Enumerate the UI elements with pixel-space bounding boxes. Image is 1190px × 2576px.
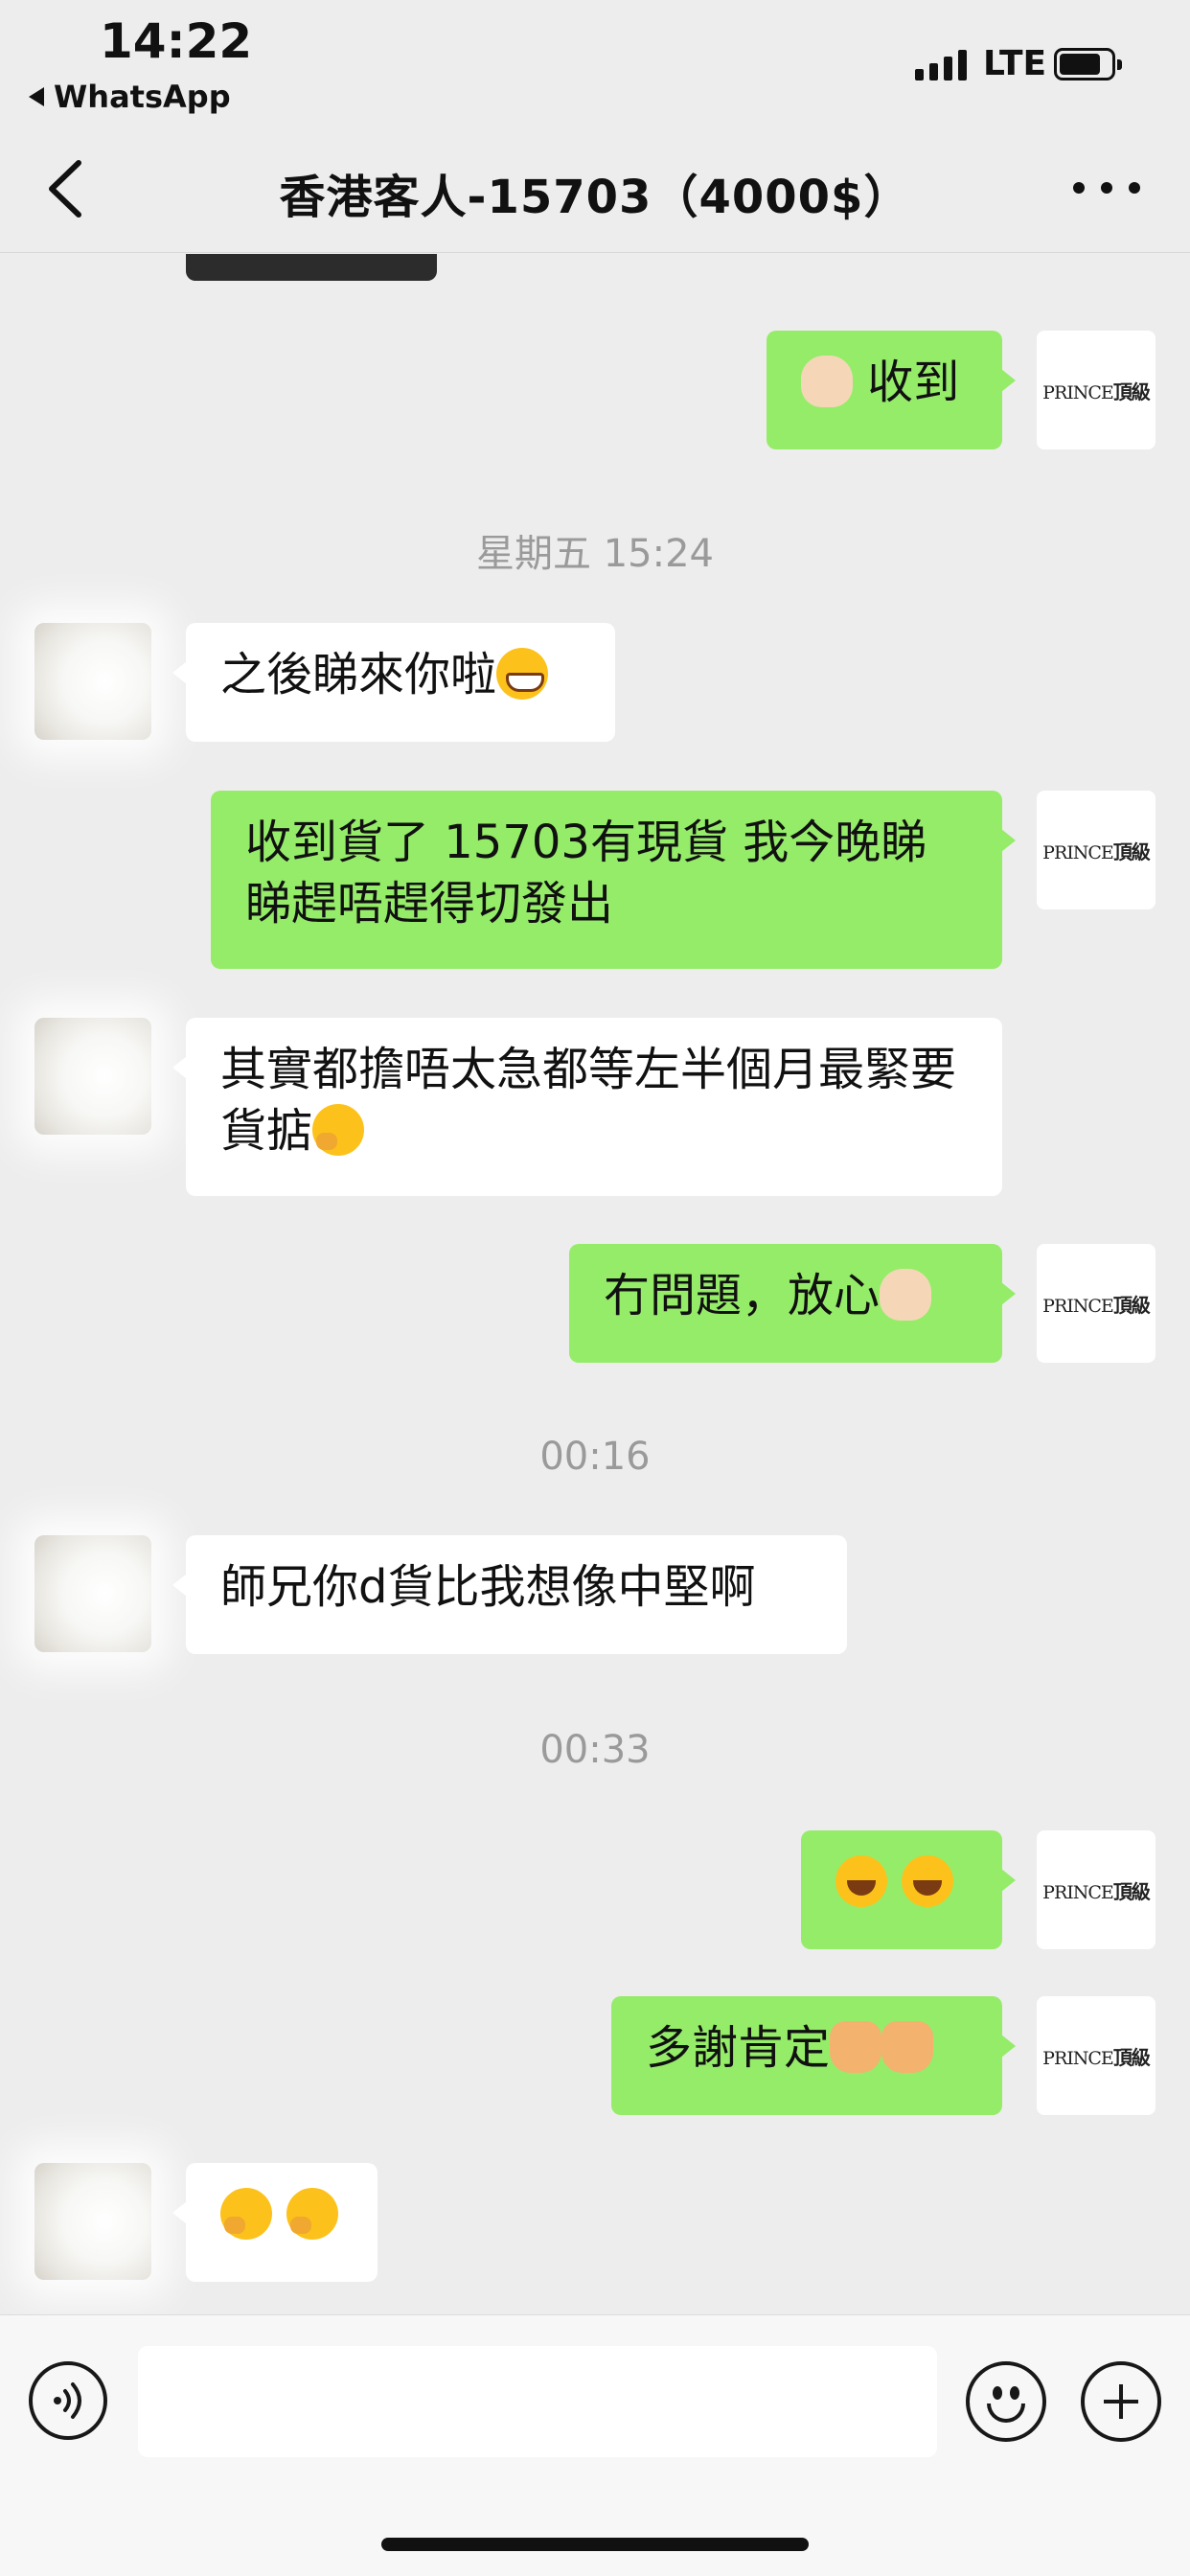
message-text: 冇問題，放心: [604, 1269, 881, 1322]
tears-of-joy-emoji-icon: [902, 1855, 954, 1907]
chat-header: 香港客人-15703（4000$）: [0, 125, 1190, 253]
prince-logo: PRINCE頂級: [1042, 1293, 1151, 1317]
chat-title: 香港客人-15703（4000$）: [279, 171, 911, 224]
network-label: LTE: [983, 44, 1047, 83]
voice-icon: [54, 2382, 81, 2419]
signal-icon: [915, 50, 967, 80]
emoji-button[interactable]: [966, 2361, 1046, 2442]
contact-avatar[interactable]: [34, 623, 151, 740]
message-text: 收到貨了 15703有現貨 我今晚睇睇趕唔趕得切發出: [245, 816, 927, 931]
message-bubble-out[interactable]: 多謝肯定: [611, 1996, 1016, 2115]
shushing-emoji-icon: [286, 2188, 339, 2240]
thumbs-up-emoji-icon: [881, 2021, 934, 2073]
message-text: 收到: [867, 356, 960, 409]
my-avatar[interactable]: PRINCE頂級: [1037, 791, 1156, 909]
contact-avatar[interactable]: [34, 2163, 151, 2280]
message-bubble-in[interactable]: 其實都擔唔太急都等左半個月最緊要貨掂: [172, 1018, 1002, 1196]
image-message-partial[interactable]: [186, 254, 437, 281]
timestamp: 星期五 15:24: [476, 532, 714, 576]
back-app-label: WhatsApp: [54, 79, 231, 115]
shushing-emoji-icon: [220, 2188, 272, 2240]
my-avatar[interactable]: PRINCE頂級: [1037, 331, 1156, 449]
prince-logo: PRINCE頂級: [1042, 1879, 1151, 1903]
message-text: 多謝肯定: [646, 2021, 831, 2075]
message-input[interactable]: [138, 2346, 937, 2457]
message-bubble-out[interactable]: 收到: [767, 331, 1016, 449]
timestamp: 00:33: [539, 1728, 651, 1772]
status-time: 14:22: [100, 13, 253, 69]
shushing-emoji-icon: [312, 1104, 365, 1156]
my-avatar[interactable]: PRINCE頂級: [1037, 1244, 1156, 1363]
message-bubble-in[interactable]: 之後睇來你啦: [172, 623, 615, 742]
status-bar: 14:22 WhatsApp LTE: [0, 0, 1190, 125]
contact-avatar[interactable]: [34, 1535, 151, 1652]
message-bubble-in[interactable]: [172, 2163, 378, 2282]
my-avatar[interactable]: PRINCE頂級: [1037, 1830, 1156, 1949]
message-bubble-out[interactable]: 收到貨了 15703有現貨 我今晚睇睇趕唔趕得切發出: [211, 791, 1016, 969]
smiley-icon: [993, 2386, 1002, 2400]
message-list[interactable]: PRINCE頂級 收到 星期五 15:24 之後睇來你啦 PRINCE頂級 收到…: [0, 254, 1190, 2314]
voice-button[interactable]: [29, 2361, 107, 2440]
prince-logo: PRINCE頂級: [1042, 380, 1151, 403]
message-bubble-out[interactable]: [801, 1830, 1016, 1949]
tears-of-joy-emoji-icon: [835, 1855, 887, 1907]
more-options-button[interactable]: [1073, 182, 1140, 201]
ellipsis-icon: [1073, 182, 1085, 194]
prince-logo: PRINCE頂級: [1042, 840, 1151, 863]
input-bar: [0, 2314, 1190, 2576]
my-avatar[interactable]: PRINCE頂級: [1037, 1996, 1156, 2115]
message-bubble-out[interactable]: 冇問題，放心: [569, 1244, 1016, 1363]
timestamp: 00:16: [539, 1435, 651, 1479]
battery-icon: [1054, 48, 1122, 80]
contact-avatar[interactable]: [34, 1018, 151, 1135]
ok-hand-icon: [801, 356, 853, 407]
plus-button[interactable]: [1081, 2361, 1161, 2442]
thumbs-up-emoji-icon: [830, 2021, 882, 2073]
ok-hand-icon: [880, 1269, 932, 1321]
back-triangle-icon: [29, 87, 44, 106]
back-to-app-link[interactable]: WhatsApp: [29, 79, 231, 115]
message-text: 之後睇來你啦: [220, 648, 497, 702]
grin-emoji-icon: [496, 648, 549, 700]
message-bubble-in[interactable]: 師兄你d貨比我想像中堅啊: [172, 1535, 847, 1654]
home-indicator: [381, 2538, 809, 2551]
prince-logo: PRINCE頂級: [1042, 2045, 1151, 2069]
message-text: 師兄你d貨比我想像中堅啊: [220, 1560, 756, 1614]
